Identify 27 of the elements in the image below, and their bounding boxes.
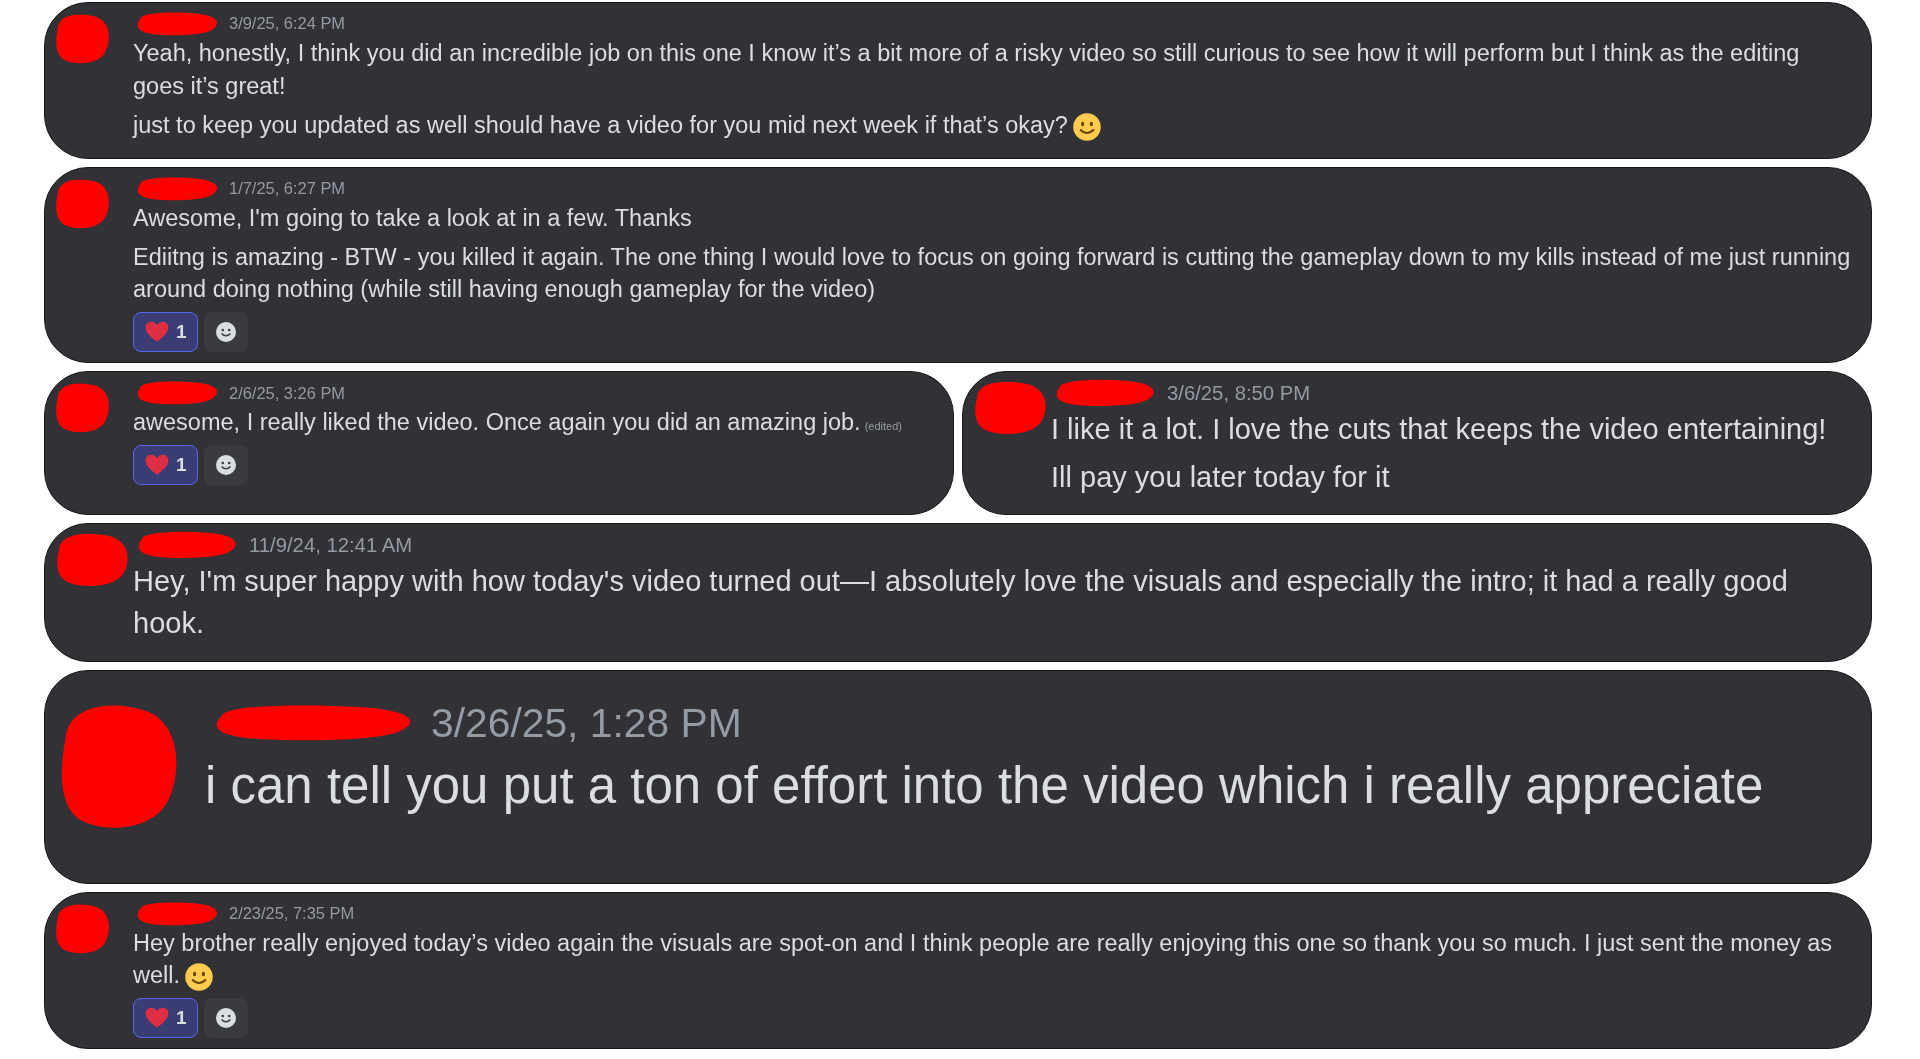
message-text: Hey, I'm super happy with how today's video turned out—I absolutely love the visuals and especially the intro; it had a really good hook. [133, 564, 1789, 642]
reaction-button[interactable]: 1 [133, 998, 198, 1039]
message-text: Awesome, I'm going to take a look at in a few. Thanks [133, 203, 693, 233]
add-reaction-icon [213, 320, 238, 345]
add-reaction-button[interactable] [203, 312, 248, 353]
message-text: i can tell you put a ton of effort into the video which i really appreciate [205, 755, 1765, 816]
message-text: Hey brother really enjoyed today’s video again the visuals are spot-on and I think people are really enjoying this one so thank you so much. I just sent the money as well. [133, 929, 1833, 989]
timestamp: 2/23/25, 7:35 PM [229, 902, 355, 924]
timestamp: 2/6/25, 3:26 PM [229, 382, 346, 404]
reaction-button[interactable]: 1 [133, 312, 198, 353]
message-text: Yeah, honestly, I think you did an incredible job on this one I know it’s a bit more of a risky video so still curious to see how it will perform but I think as the editing goes it’s great! [133, 39, 1801, 101]
add-reaction-button[interactable] [203, 998, 248, 1039]
message-text: Ediitng is amazing - BTW - you killed it again. The one thing I would love to focus on going forward is cutting the gameplay down to my kills instead of me just running around doing nothing (while still having enough gameplay for the video) [133, 242, 1851, 305]
add-reaction-button[interactable] [203, 445, 248, 486]
message-text: just to keep you updated as well should have a video for you mid next week if that’s okay? [133, 111, 1068, 138]
timestamp: 3/9/25, 6:24 PM [229, 13, 346, 35]
timestamp: 3/6/25, 8:50 PM [1167, 381, 1311, 407]
add-reaction-icon [213, 453, 238, 478]
message-text: I like it a lot. I love the cuts that keeps the video entertaining! [1051, 412, 1828, 448]
add-reaction-icon [213, 1006, 238, 1031]
reaction-button[interactable]: 1 [133, 445, 198, 486]
message-text: Ill pay you later today for it [1051, 460, 1391, 496]
timestamp: 11/9/24, 12:41 AM [249, 533, 413, 559]
message-text: awesome, I really liked the video. Once again you did an amazing job. [133, 409, 861, 436]
timestamp: 3/26/25, 1:28 PM [431, 698, 742, 748]
edited-label: (edited) [864, 420, 902, 433]
timestamp: 1/7/25, 6:27 PM [229, 178, 346, 199]
